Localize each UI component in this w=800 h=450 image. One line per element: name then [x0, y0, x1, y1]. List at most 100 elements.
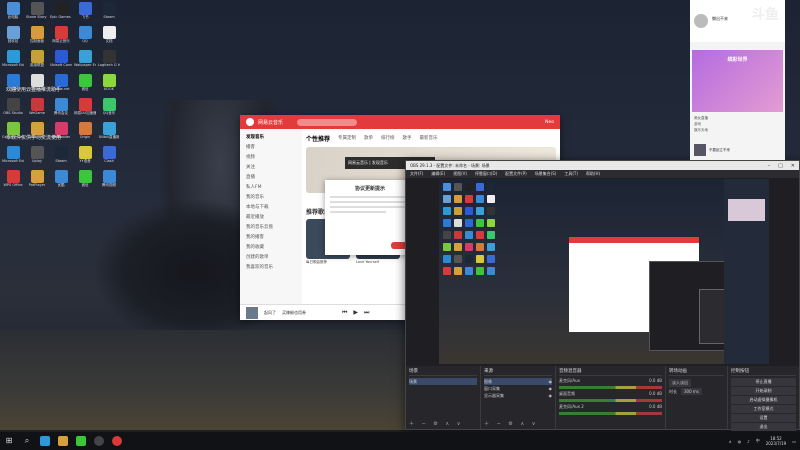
- desktop-icon[interactable]: OBS Studio: [2, 98, 24, 122]
- music-tab[interactable]: 排行榜: [381, 135, 395, 141]
- obs-titlebar[interactable]: OBS 29.1.3 - 配置文件: 未命名 - 场景: 场景 – □ ✕: [406, 161, 799, 170]
- sidebar-item[interactable]: 我的播客: [246, 233, 296, 243]
- music-tab[interactable]: 个性推荐: [306, 134, 330, 143]
- desktop-icon[interactable]: Epic Games Launcher: [50, 2, 72, 26]
- transition-duration-input[interactable]: 300 ms: [681, 388, 702, 395]
- play-icon[interactable]: ▶: [353, 309, 358, 316]
- live-recommend-item[interactable]: 不要起立不来: [694, 143, 779, 157]
- album-cover[interactable]: [246, 306, 258, 319]
- sidebar-item[interactable]: 直播: [246, 173, 296, 183]
- sidebar-item[interactable]: 创建的歌单: [246, 253, 296, 263]
- eye-icon[interactable]: ◉: [549, 392, 553, 399]
- desktop-icon[interactable]: YY语音: [74, 146, 96, 170]
- desktop-icon[interactable]: QQ: [74, 26, 96, 50]
- desktop-icon[interactable]: 文档: [98, 26, 120, 50]
- desktop-icon[interactable]: Logitech G HUB: [98, 50, 120, 74]
- sidebar-item[interactable]: 发现音乐: [246, 133, 296, 143]
- obs-menu-item[interactable]: 场景集合(S): [535, 171, 557, 177]
- desktop-icon[interactable]: 此电脑: [2, 2, 24, 26]
- live-category[interactable]: 娱乐天地: [694, 127, 708, 133]
- eye-icon[interactable]: ◉: [549, 378, 553, 385]
- notification-icon[interactable]: ▭: [792, 439, 796, 444]
- sidebar-item[interactable]: 我喜欢的音乐: [246, 263, 296, 273]
- music-tab[interactable]: 歌单: [364, 135, 373, 141]
- source-item[interactable]: 显示器采集 ◉: [484, 392, 552, 399]
- desktop-icon[interactable]: Steam: [50, 146, 72, 170]
- desktop-icon[interactable]: Microsoft Edge: [2, 146, 24, 170]
- music-taskbar-icon[interactable]: [112, 436, 122, 446]
- volume-meter[interactable]: [559, 386, 662, 389]
- music-user-name[interactable]: Neo: [545, 120, 554, 125]
- obs-menu-item[interactable]: 视图(V): [453, 171, 467, 177]
- sidebar-item[interactable]: 我的收藏: [246, 243, 296, 253]
- sidebar-item[interactable]: 本地与下载: [246, 203, 296, 213]
- obs-menu-item[interactable]: 配置文件(P): [505, 171, 527, 177]
- scene-item[interactable]: 场景: [409, 378, 477, 385]
- source-item[interactable]: 窗口采集 ◉: [484, 385, 552, 392]
- desktop-icon[interactable]: KOOK: [98, 74, 120, 98]
- music-tab[interactable]: 专属定制: [338, 135, 356, 141]
- desktop-icon[interactable]: Origin: [74, 122, 96, 146]
- desktop-icon[interactable]: Steam: [98, 2, 120, 26]
- desktop-icon[interactable]: WeGame: [26, 98, 48, 122]
- music-search-input[interactable]: [297, 118, 358, 126]
- control-button[interactable]: 开始录制: [731, 387, 796, 395]
- volume-meter[interactable]: [559, 412, 662, 415]
- desktop-icon[interactable]: Bilibili直播姬: [98, 122, 120, 146]
- desktop-icon[interactable]: 微信: [74, 74, 96, 98]
- obs-preview[interactable]: [439, 179, 769, 364]
- desktop-icon[interactable]: 腾讯视频: [98, 170, 120, 194]
- desktop-icon[interactable]: Ubisoft Connect: [50, 50, 72, 74]
- network-icon[interactable]: ◍: [738, 439, 742, 444]
- clock[interactable]: 18:52 2023/7/19: [766, 436, 787, 446]
- desktop-icon[interactable]: Wallpaper Engine: [74, 50, 96, 74]
- control-button[interactable]: 退出: [731, 423, 796, 431]
- music-titlebar[interactable]: 网易云音乐 Neo: [240, 115, 560, 129]
- desktop-icon[interactable]: WPS Office: [2, 170, 24, 194]
- desktop-icon[interactable]: 网易UU加速器: [74, 98, 96, 122]
- control-button[interactable]: 停止直播: [731, 378, 796, 386]
- sidebar-item[interactable]: 我的音乐云盘: [246, 223, 296, 233]
- chevron-up-icon[interactable]: ∧: [729, 439, 732, 444]
- windows-start-icon[interactable]: ⊞: [4, 436, 14, 446]
- transition-type-select[interactable]: 淡入淡出: [669, 378, 691, 387]
- volume-icon[interactable]: ♪: [747, 439, 750, 444]
- sidebar-item[interactable]: 关注: [246, 163, 296, 173]
- edge-taskbar-icon[interactable]: [40, 436, 50, 446]
- scene-toolbar[interactable]: ＋ − ⚙ ∧ ∨: [409, 420, 463, 427]
- live-stream-panel[interactable]: 懒出不来 斗鱼 缤彩世界 美女直播 游戏 娱乐天地 不要起立不来: [690, 0, 785, 160]
- desktop-icon[interactable]: 回收站: [2, 26, 24, 50]
- avatar[interactable]: [694, 14, 708, 28]
- volume-meter[interactable]: [559, 399, 662, 402]
- minimize-icon[interactable]: –: [768, 163, 771, 169]
- obs-menu-item[interactable]: 停靠窗口(D): [475, 171, 497, 177]
- desktop-icon[interactable]: Clash: [98, 146, 120, 170]
- wechat-taskbar-icon[interactable]: [76, 436, 86, 446]
- desktop-icon[interactable]: 优酷: [50, 170, 72, 194]
- sidebar-item[interactable]: 我的音乐: [246, 193, 296, 203]
- close-icon[interactable]: ✕: [791, 163, 795, 169]
- desktop-icon[interactable]: 英雄联盟: [26, 50, 48, 74]
- obs-menu-item[interactable]: 文件(F): [410, 171, 423, 177]
- maximize-icon[interactable]: □: [778, 163, 783, 169]
- sidebar-item[interactable]: 最近播放: [246, 213, 296, 223]
- control-button[interactable]: 工作室模式: [731, 405, 796, 413]
- obs-menu-item[interactable]: 帮助(H): [586, 171, 600, 177]
- input-language[interactable]: 中: [756, 438, 760, 444]
- obs-menu-item[interactable]: 编辑(E): [431, 171, 445, 177]
- prev-icon[interactable]: ⏮: [342, 309, 347, 317]
- desktop-icon[interactable]: 控制面板: [26, 26, 48, 50]
- sidebar-item[interactable]: 视频: [246, 153, 296, 163]
- source-item[interactable]: 图像 ◉: [484, 378, 552, 385]
- search-icon[interactable]: ⌕: [22, 436, 32, 446]
- music-tab[interactable]: 歌手: [403, 135, 412, 141]
- desktop-icon[interactable]: QQ音乐: [98, 98, 120, 122]
- control-button[interactable]: 启动虚拟摄像机: [731, 396, 796, 404]
- control-button[interactable]: 设置: [731, 414, 796, 422]
- file-explorer-taskbar-icon[interactable]: [58, 436, 68, 446]
- sidebar-item[interactable]: 播客: [246, 143, 296, 153]
- eye-icon[interactable]: ◉: [549, 385, 553, 392]
- music-tab[interactable]: 最新音乐: [420, 135, 438, 141]
- sidebar-item[interactable]: 私人FM: [246, 183, 296, 193]
- desktop-icon[interactable]: Microsoft Edge: [2, 50, 24, 74]
